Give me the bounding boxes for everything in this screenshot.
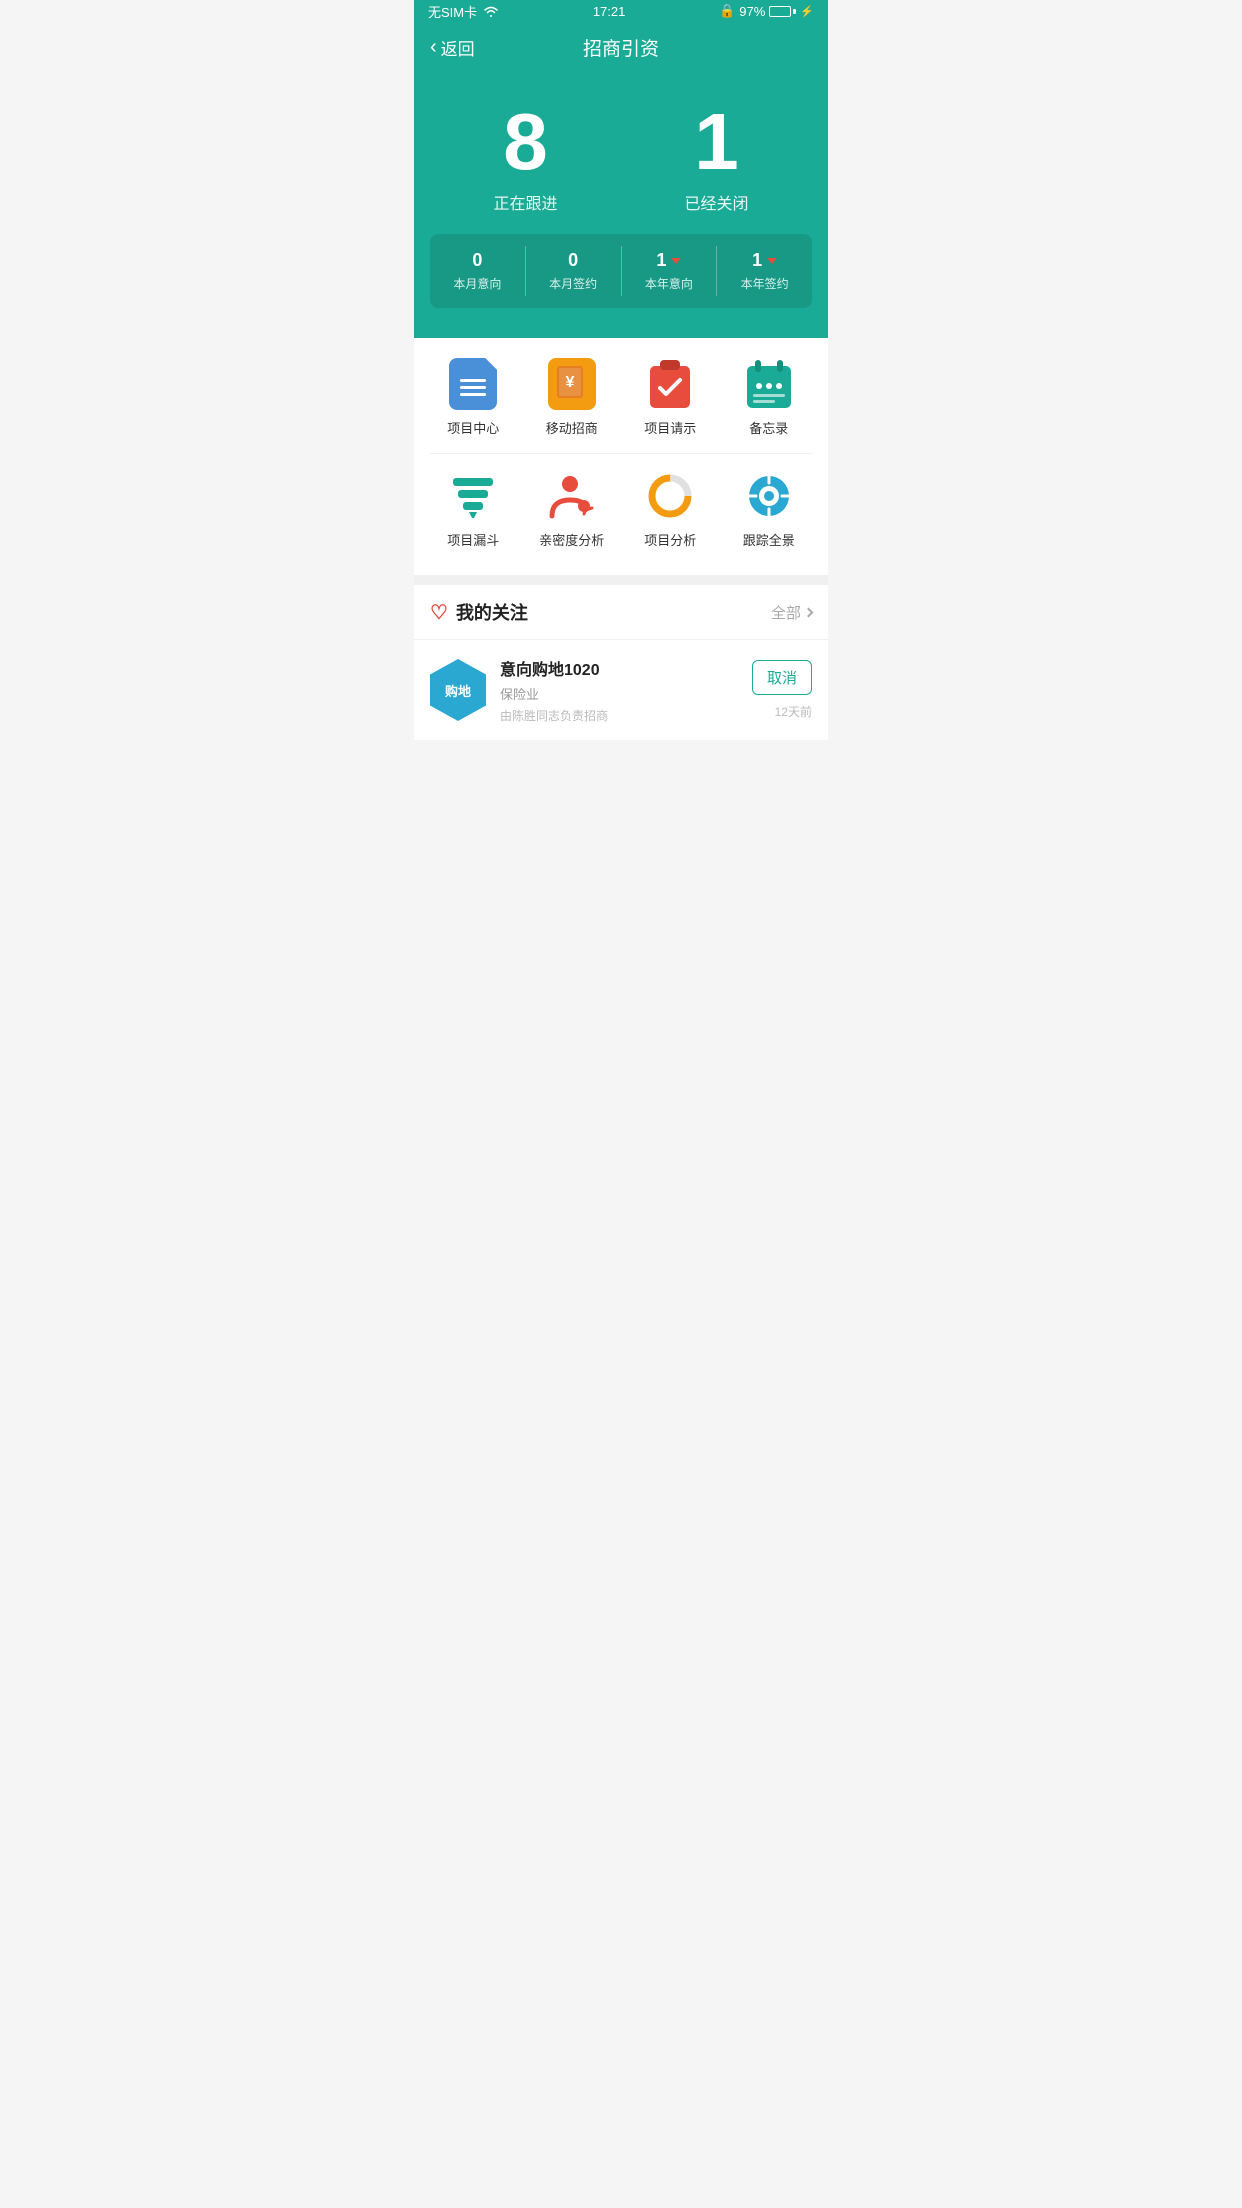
status-right: 🔒 97% ⚡ (719, 3, 814, 19)
follows-all-button[interactable]: 全部 (771, 602, 812, 623)
menu-relation[interactable]: 亲密度分析 (523, 470, 622, 549)
doc-line-1 (460, 379, 486, 382)
follow-name: 意向购地1020 (500, 656, 738, 680)
menu-row-1: 项目中心 ¥ 移动招商 (414, 358, 828, 453)
menu-tracking[interactable]: 跟踪全景 (720, 470, 819, 549)
memo-label: 备忘录 (749, 418, 788, 437)
follow-hex-badge: 购地 (430, 659, 486, 721)
analysis-label: 项目分析 (644, 530, 696, 549)
follow-industry: 保险业 (500, 684, 738, 703)
yearly-contract-value: 1 (717, 250, 812, 271)
menu-project-center[interactable]: 项目中心 (424, 358, 523, 437)
follow-info: 意向购地1020 保险业 由陈胜同志负责招商 (500, 656, 738, 724)
chevron-right-icon (804, 607, 814, 617)
follows-section: ♡ 我的关注 全部 购地 意向购地1020 保险业 由陈胜同志负责招商 取消 1… (414, 585, 828, 740)
menu-analysis[interactable]: 项目分析 (621, 470, 720, 549)
down-arrow-icon (671, 258, 681, 264)
back-chevron-icon: ‹ (430, 36, 437, 59)
calendar-icon (745, 358, 793, 410)
follow-manager: 由陈胜同志负责招商 (500, 707, 738, 724)
memo-icon (743, 358, 795, 410)
menu-section: 项目中心 ¥ 移动招商 (414, 338, 828, 575)
donut-icon (646, 472, 694, 520)
follow-time: 12天前 (775, 703, 812, 720)
sim-status: 无SIM卡 (428, 2, 477, 21)
cancel-follow-button[interactable]: 取消 (752, 660, 812, 695)
page-title: 招商引资 (583, 34, 659, 61)
sub-stats-bar: 0 本月意向 0 本月签约 1 本年意向 1 本年签约 (430, 234, 812, 308)
down-arrow-icon-2 (767, 258, 777, 264)
monthly-contract: 0 本月签约 (526, 246, 622, 296)
yearly-intention-label: 本年意向 (622, 275, 717, 292)
monthly-intention-label: 本月意向 (430, 275, 525, 292)
doc-line-3 (460, 393, 486, 396)
nav-bar: ‹ 返回 招商引资 (414, 22, 828, 72)
svg-text:¥: ¥ (565, 374, 574, 391)
monthly-intention-value: 0 (430, 250, 525, 271)
menu-mobile-invest[interactable]: ¥ 移动招商 (523, 358, 622, 437)
following-label: 正在跟进 (493, 190, 557, 214)
back-label: 返回 (441, 35, 475, 60)
battery-percent: 97% (739, 4, 765, 19)
menu-funnel[interactable]: 项目漏斗 (424, 470, 523, 549)
mobile-invest-label: 移动招商 (546, 418, 598, 437)
doc-line-2 (460, 386, 486, 389)
location-icon (745, 472, 793, 520)
project-request-label: 项目请示 (644, 418, 696, 437)
monthly-contract-label: 本月签约 (526, 275, 621, 292)
project-center-icon (447, 358, 499, 410)
menu-row-2: 项目漏斗 亲密度分析 项目分析 (414, 454, 828, 565)
yearly-intention: 1 本年意向 (622, 246, 718, 296)
clipboard-icon (646, 358, 694, 410)
project-center-label: 项目中心 (447, 418, 499, 437)
mobile-invest-icon: ¥ (546, 358, 598, 410)
status-left: 无SIM卡 (428, 2, 499, 21)
closed-count: 1 (684, 102, 748, 182)
menu-project-request[interactable]: 项目请示 (621, 358, 720, 437)
tracking-label: 跟踪全景 (743, 530, 795, 549)
follows-title: ♡ 我的关注 (430, 599, 528, 625)
time-display: 17:21 (593, 4, 626, 19)
follow-hex-label: 购地 (445, 681, 471, 700)
project-request-icon (644, 358, 696, 410)
section-separator (414, 575, 828, 585)
monthly-intention: 0 本月意向 (430, 246, 526, 296)
closed-stat: 1 已经关闭 (684, 102, 748, 214)
follow-right: 取消 12天前 (752, 660, 812, 720)
following-stat: 8 正在跟进 (493, 102, 557, 214)
wifi-icon (483, 5, 499, 17)
following-count: 8 (493, 102, 557, 182)
closed-label: 已经关闭 (684, 190, 748, 214)
hero-section: 8 正在跟进 1 已经关闭 0 本月意向 0 本月签约 1 本年意向 (414, 72, 828, 338)
relation-label: 亲密度分析 (539, 530, 604, 549)
funnel-label: 项目漏斗 (447, 530, 499, 549)
hero-stats: 8 正在跟进 1 已经关闭 (430, 92, 812, 234)
funnel-svg-icon (451, 474, 495, 518)
charging-icon: ⚡ (800, 5, 814, 18)
document-lines (460, 373, 486, 396)
analysis-icon (644, 470, 696, 522)
status-bar: 无SIM卡 17:21 🔒 97% ⚡ (414, 0, 828, 22)
battery-icon (769, 6, 796, 17)
yearly-intention-value: 1 (622, 250, 717, 271)
person-icon (548, 472, 596, 520)
monthly-contract-value: 0 (526, 250, 621, 271)
funnel-icon (447, 470, 499, 522)
receipt-icon: ¥ (548, 358, 596, 410)
yearly-contract-label: 本年签约 (717, 275, 812, 292)
follow-item: 购地 意向购地1020 保险业 由陈胜同志负责招商 取消 12天前 (414, 640, 828, 740)
relation-icon (546, 470, 598, 522)
follows-header: ♡ 我的关注 全部 (414, 585, 828, 640)
heart-icon: ♡ (430, 600, 448, 625)
back-button[interactable]: ‹ 返回 (430, 35, 475, 60)
lock-icon: 🔒 (719, 3, 735, 19)
tracking-icon (743, 470, 795, 522)
yearly-contract: 1 本年签约 (717, 246, 812, 296)
follows-title-text: 我的关注 (456, 599, 528, 625)
document-icon (449, 358, 497, 410)
follows-all-label: 全部 (771, 602, 801, 623)
menu-memo[interactable]: 备忘录 (720, 358, 819, 437)
